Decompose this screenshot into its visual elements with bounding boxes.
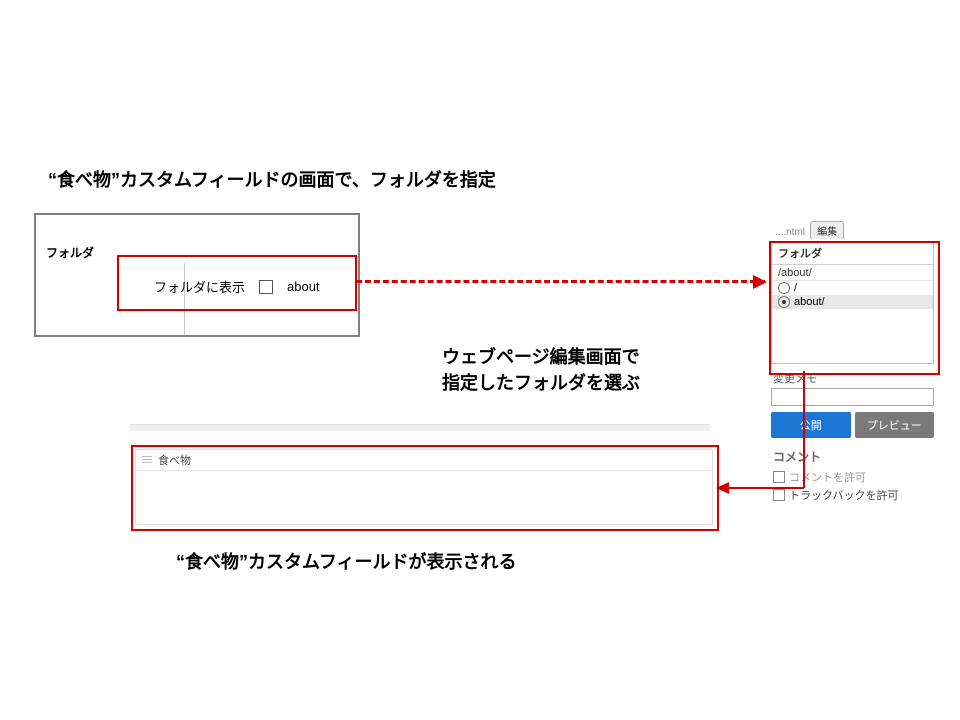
drag-handle-icon[interactable] [142, 456, 152, 464]
radio-about[interactable] [778, 296, 790, 308]
custom-field-folder-panel: フォルダ フォルダに表示 about [34, 213, 360, 337]
change-memo-input[interactable] [771, 388, 934, 406]
folder-option-root[interactable]: / [772, 281, 933, 295]
heading-3: “食べ物”カスタムフィールドが表示される [176, 548, 517, 574]
folder-label: フォルダ [46, 244, 94, 261]
heading-2-line1: ウェブページ編集画面で [442, 347, 640, 367]
heading-2: ウェブページ編集画面で 指定したフォルダを選ぶ [442, 344, 640, 396]
publish-button[interactable]: 公開 [771, 412, 851, 438]
arrow-solid-left [718, 487, 804, 489]
tab-row: ....ntml 編集 [771, 221, 934, 239]
content-divider [130, 424, 710, 431]
allow-trackback-checkbox[interactable] [773, 489, 785, 501]
folder-path: /about/ [772, 265, 933, 281]
display-in-folder-label: フォルダに表示 [154, 277, 245, 296]
allow-trackback-row[interactable]: トラックバックを許可 [773, 487, 934, 503]
food-field-title: 食べ物 [158, 452, 191, 468]
panel-divider [184, 263, 185, 335]
allow-comment-checkbox[interactable] [773, 471, 785, 483]
heading-2-line2: 指定したフォルダを選ぶ [442, 373, 640, 393]
action-button-row: 公開 プレビュー [771, 412, 934, 438]
radio-root[interactable] [778, 282, 790, 294]
folder-option-about-label: about/ [794, 296, 825, 308]
about-checkbox[interactable] [259, 280, 273, 294]
folder-panel: フォルダ /about/ / about/ [771, 241, 934, 364]
allow-comment-row[interactable]: コメントを許可 [773, 469, 934, 485]
tab-edit[interactable]: 編集 [810, 221, 844, 239]
canvas: “食べ物”カスタムフィールドの画面で、フォルダを指定 フォルダ フォルダに表示 … [0, 0, 960, 720]
connector-vertical [803, 371, 805, 488]
comment-section-header: コメント [773, 448, 934, 465]
folder-panel-header: フォルダ [772, 242, 933, 265]
display-in-folder-row: フォルダに表示 about [154, 277, 320, 296]
about-checkbox-label: about [287, 279, 320, 294]
folder-option-about[interactable]: about/ [772, 295, 933, 309]
allow-trackback-label: トラックバックを許可 [789, 487, 898, 503]
preview-button[interactable]: プレビュー [855, 412, 935, 438]
allow-comment-label: コメントを許可 [789, 469, 866, 485]
arrow-dashed-right [356, 280, 765, 283]
folder-list: / about/ [772, 281, 933, 363]
filename-truncated: ....ntml [775, 227, 805, 238]
change-memo-label: 変更メモ [773, 370, 934, 386]
heading-1: “食べ物”カスタムフィールドの画面で、フォルダを指定 [48, 166, 496, 192]
webpage-edit-sidebar: ....ntml 編集 フォルダ /about/ / about/ 変更メモ 公… [771, 221, 934, 505]
folder-option-root-label: / [794, 282, 797, 294]
food-field-header: 食べ物 [136, 450, 712, 471]
food-custom-field: 食べ物 [135, 449, 713, 525]
